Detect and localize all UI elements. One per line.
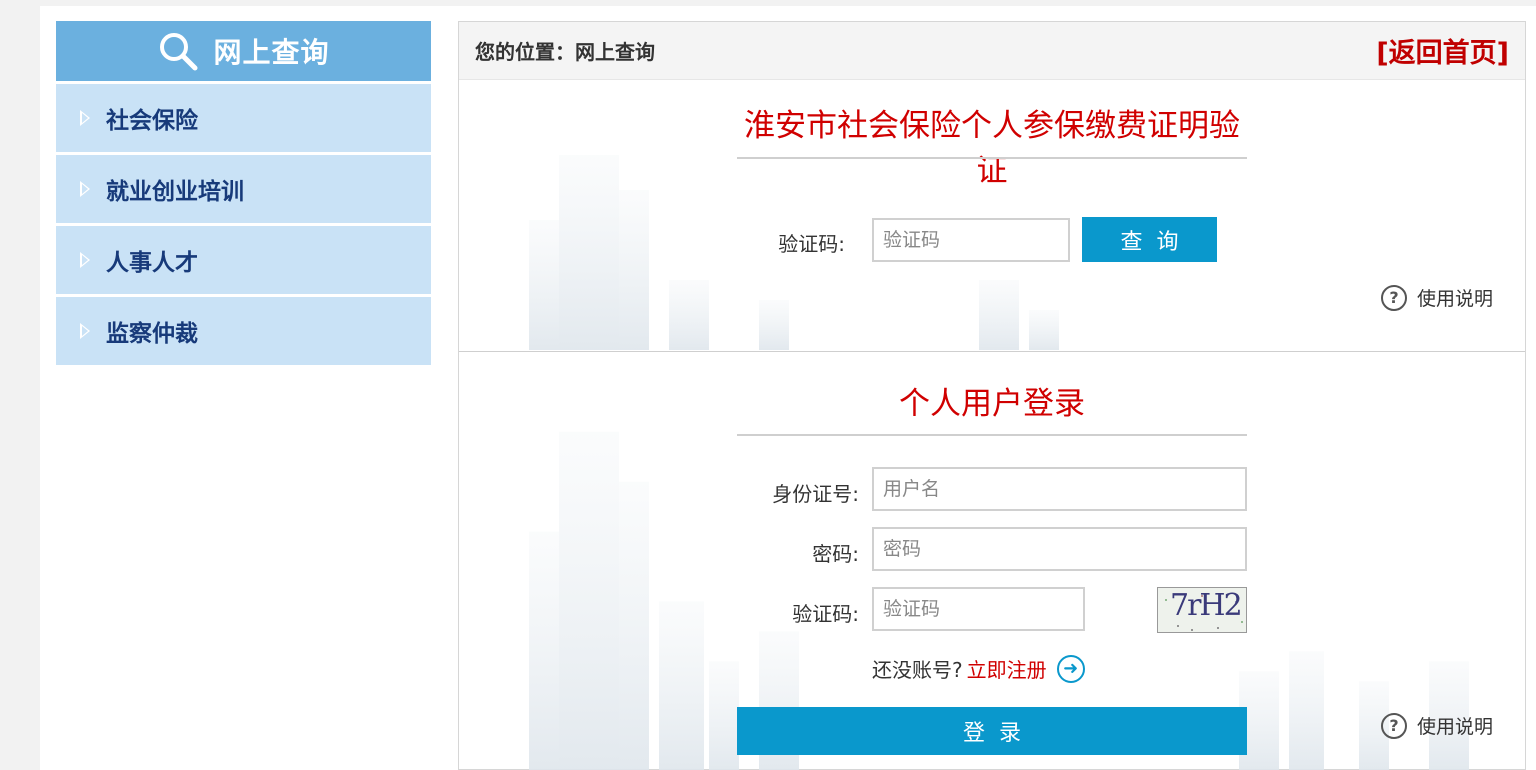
sidebar-header: 网上查询 — [56, 21, 431, 81]
triangle-right-icon — [80, 110, 90, 126]
help-link[interactable]: ? 使用说明 — [1381, 712, 1493, 739]
triangle-right-icon — [80, 252, 90, 268]
login-captcha-input[interactable] — [872, 587, 1085, 631]
sidebar-title: 网上查询 — [213, 36, 330, 69]
login-button[interactable]: 登录 — [737, 707, 1247, 755]
title-divider — [737, 434, 1247, 436]
sidebar-item-label: 监察仲裁 — [106, 321, 198, 347]
return-home-link[interactable]: [返回首页] — [1376, 31, 1509, 70]
main-panel: 您的位置：网上查询 [返回首页] 淮安市社会保险个人参保缴费证明验证 验证码: … — [458, 21, 1526, 770]
sidebar-item-label: 社会保险 — [106, 108, 198, 134]
question-circle-icon: ? — [1381, 712, 1407, 739]
id-label: 身份证号: — [772, 482, 859, 506]
sidebar: 网上查询 社会保险 就业创业培训 人事人才 监察仲裁 — [56, 21, 431, 365]
title-divider — [737, 157, 1247, 159]
register-row: 还没账号? 立即注册 ➜ — [872, 654, 1085, 683]
sidebar-item-employment-training[interactable]: 就业创业培训 — [56, 155, 431, 223]
breadcrumb-current: 网上查询 — [575, 40, 655, 64]
query-button[interactable]: 查询 — [1082, 217, 1217, 262]
captcha-text: 7rH2 — [1170, 588, 1243, 623]
breadcrumb-bar: 您的位置：网上查询 [返回首页] — [459, 22, 1525, 80]
sidebar-item-label: 就业创业培训 — [106, 179, 244, 205]
register-link[interactable]: 立即注册 — [967, 654, 1047, 683]
verify-section: 淮安市社会保险个人参保缴费证明验证 验证码: 查询 ? 使用说明 — [459, 80, 1525, 350]
login-captcha-label: 验证码: — [792, 602, 859, 626]
help-link[interactable]: ? 使用说明 — [1381, 284, 1493, 311]
password-input[interactable] — [872, 527, 1247, 571]
sidebar-item-personnel-talent[interactable]: 人事人才 — [56, 226, 431, 294]
triangle-right-icon — [80, 323, 90, 339]
captcha-image[interactable]: 7rH2 — [1157, 587, 1247, 633]
login-section: 个人用户登录 身份证号: 密码: 验证码: 7rH2 还没账号? 立即注册 ➜ … — [459, 351, 1525, 770]
verify-captcha-input[interactable] — [872, 218, 1070, 262]
breadcrumb-prefix: 您的位置： — [475, 40, 575, 64]
password-label: 密码: — [812, 542, 859, 566]
arrow-right-circle-icon[interactable]: ➜ — [1056, 654, 1085, 683]
verify-title: 淮安市社会保险个人参保缴费证明验证 — [744, 108, 1240, 189]
question-circle-icon: ? — [1381, 284, 1407, 311]
sidebar-item-label: 人事人才 — [106, 250, 198, 276]
no-account-text: 还没账号? — [872, 658, 963, 682]
sidebar-item-supervision-arbitration[interactable]: 监察仲裁 — [56, 297, 431, 365]
login-title: 个人用户登录 — [899, 386, 1085, 422]
help-label: 使用说明 — [1417, 716, 1494, 738]
sidebar-item-social-insurance[interactable]: 社会保险 — [56, 84, 431, 152]
breadcrumb: 您的位置：网上查询 — [475, 36, 655, 65]
triangle-right-icon — [80, 181, 90, 197]
id-number-input[interactable] — [872, 467, 1247, 511]
captcha-label: 验证码: — [778, 232, 845, 256]
search-icon — [160, 33, 198, 71]
help-label: 使用说明 — [1417, 288, 1494, 310]
